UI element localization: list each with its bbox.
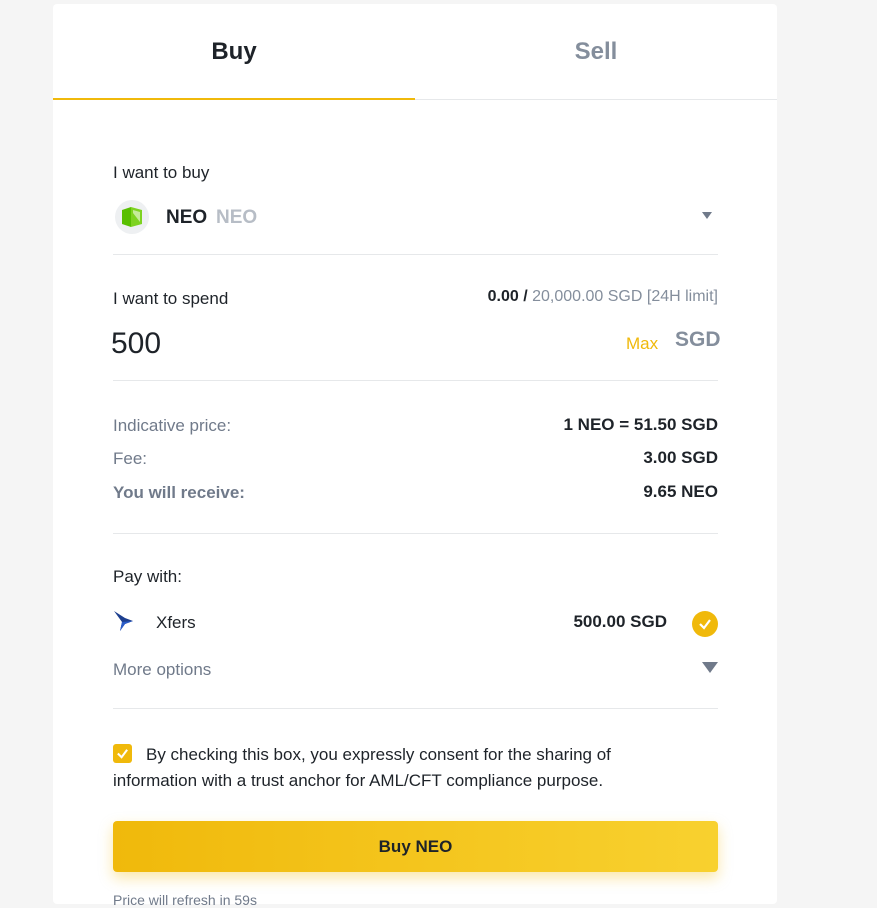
tab-buy[interactable]: Buy [53,4,415,100]
spend-limit: 0.00 / 20,000.00 SGD [24H limit] [488,288,718,306]
price-label: Indicative price: [113,416,232,435]
coin-selector[interactable]: NEO NEO [113,200,718,240]
divider [113,380,718,381]
spend-amount-input[interactable] [111,322,551,366]
tab-sell[interactable]: Sell [415,4,777,100]
receive-value: 9.65 NEO [643,482,718,501]
chevron-down-icon[interactable] [702,212,712,219]
max-button[interactable]: Max [626,334,658,354]
chevron-down-icon[interactable] [702,662,718,673]
fee-label: Fee: [113,449,148,468]
buy-button[interactable]: Buy NEO [113,821,718,872]
coin-name: NEO [166,207,208,228]
limit-used: 0.00 / [487,288,528,305]
divider [113,533,718,534]
payment-amount: 500.00 SGD [573,612,667,631]
pay-with-label: Pay with: [113,567,182,586]
price-value: 1 NEO = 51.50 SGD [563,415,719,434]
limit-total: 20,000.00 SGD [24H limit] [532,288,718,305]
payment-option-xfers[interactable]: Xfers 500.00 SGD [113,607,718,643]
fee-value: 3.00 SGD [643,448,718,467]
xfers-logo-icon [114,611,133,631]
buy-sell-tabs: Buy Sell [53,4,777,104]
neo-logo-icon [115,200,149,234]
active-tab-indicator [53,98,415,100]
buy-label: I want to buy [113,163,210,182]
divider [113,254,718,255]
check-icon[interactable] [692,611,718,637]
spend-currency: SGD [675,328,721,351]
payment-method-name: Xfers [156,613,196,632]
receive-label: You will receive: [113,483,245,502]
coin-code: NEO [216,207,258,228]
tab-divider [415,99,777,100]
consent-text: By checking this box, you expressly cons… [113,745,611,790]
refresh-note: Price will refresh in 59s [113,892,257,908]
buy-sell-card: Buy Sell I want to buy NEO NEO I want to… [53,4,777,908]
spend-label: I want to spend [113,289,229,308]
more-options-link[interactable]: More options [113,660,211,680]
divider [113,708,718,709]
